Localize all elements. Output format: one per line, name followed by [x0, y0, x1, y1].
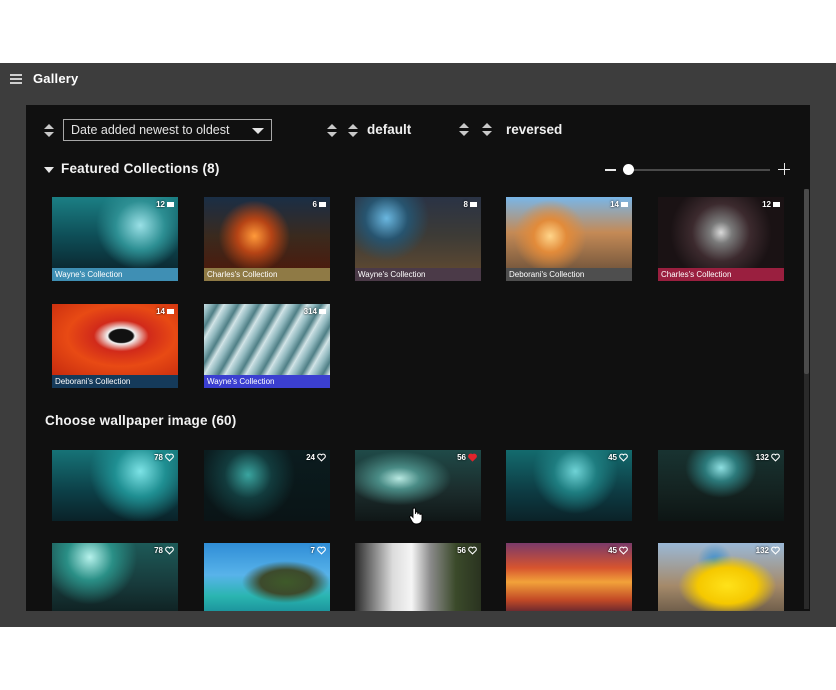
collection-count: 14: [610, 200, 628, 209]
collection-card[interactable]: 12 Wayne's Collection: [52, 197, 178, 281]
wallpaper-card[interactable]: 78: [52, 543, 178, 611]
wallpaper-card[interactable]: 24: [204, 450, 330, 521]
zoom-in-icon[interactable]: [778, 163, 790, 175]
gallery-panel: Date added newest to oldest default reve…: [26, 105, 810, 611]
sort-select[interactable]: Date added newest to oldest: [63, 119, 272, 141]
menu-icon[interactable]: [10, 73, 22, 85]
collection-count: 8: [464, 200, 477, 209]
sort-arrows-icon[interactable]: [482, 123, 492, 137]
like-count: 56: [457, 453, 477, 462]
stack-icon: [167, 202, 174, 207]
vertical-scrollbar[interactable]: [804, 189, 809, 609]
heart-outline-icon[interactable]: [771, 546, 780, 555]
collection-card[interactable]: 8 Wayne's Collection: [355, 197, 481, 281]
collection-label: Wayne's Collection: [52, 268, 178, 281]
like-count: 24: [306, 453, 326, 462]
collection-label: Wayne's Collection: [204, 375, 330, 388]
heart-filled-icon[interactable]: [468, 453, 477, 462]
sort-arrows-icon[interactable]: [44, 124, 54, 138]
wallpaper-card[interactable]: 132: [658, 450, 784, 521]
hand-cursor-icon: [409, 507, 423, 525]
stack-icon: [167, 309, 174, 314]
stack-icon: [470, 202, 477, 207]
zoom-slider-track[interactable]: [624, 169, 770, 171]
like-count: 7: [311, 546, 326, 555]
heart-outline-icon[interactable]: [165, 453, 174, 462]
wallpaper-card[interactable]: 132: [658, 543, 784, 611]
zoom-slider-handle[interactable]: [623, 164, 634, 175]
heart-outline-icon[interactable]: [619, 546, 628, 555]
collection-count: 12: [156, 200, 174, 209]
collection-label: Charles's Collection: [204, 268, 330, 281]
wallpaper-section-title: Choose wallpaper image (60): [45, 413, 237, 428]
title-bar: Gallery: [0, 63, 836, 95]
heart-outline-icon[interactable]: [619, 453, 628, 462]
stack-icon: [773, 202, 780, 207]
collection-thumbnail: [204, 197, 330, 268]
like-count: 78: [154, 453, 174, 462]
collection-count: 6: [313, 200, 326, 209]
sort-select-value: Date added newest to oldest: [71, 123, 230, 137]
sort-option-default[interactable]: default: [367, 122, 411, 137]
scrollbar-thumb[interactable]: [804, 189, 809, 374]
sort-arrows-icon[interactable]: [348, 124, 358, 138]
collection-count: 14: [156, 307, 174, 316]
like-count: 132: [756, 453, 780, 462]
heart-outline-icon[interactable]: [468, 546, 477, 555]
sort-option-reversed[interactable]: reversed: [506, 122, 562, 137]
stack-icon: [621, 202, 628, 207]
collection-card[interactable]: 14 Deborani's Collection: [52, 304, 178, 388]
sort-arrows-icon[interactable]: [327, 124, 337, 138]
collection-count: 314: [304, 307, 326, 316]
collection-card[interactable]: 314 Wayne's Collection: [204, 304, 330, 388]
collection-card[interactable]: 6 Charles's Collection: [204, 197, 330, 281]
featured-collections-title: Featured Collections (8): [61, 161, 220, 176]
wallpaper-card[interactable]: 45: [506, 543, 632, 611]
stack-icon: [319, 202, 326, 207]
heart-outline-icon[interactable]: [771, 453, 780, 462]
like-count: 45: [608, 453, 628, 462]
wallpaper-card[interactable]: 7: [204, 543, 330, 611]
zoom-out-icon[interactable]: [605, 169, 616, 171]
collection-card[interactable]: 14 Deborani's Collection: [506, 197, 632, 281]
collection-label: Charles's Collection: [658, 268, 784, 281]
collection-thumbnail: [355, 197, 481, 268]
collection-count: 12: [762, 200, 780, 209]
sort-arrows-icon[interactable]: [459, 123, 469, 137]
like-count: 132: [756, 546, 780, 555]
collapse-triangle-icon[interactable]: [44, 167, 54, 173]
like-count: 56: [457, 546, 477, 555]
wallpaper-card[interactable]: 78: [52, 450, 178, 521]
like-count: 78: [154, 546, 174, 555]
heart-outline-icon[interactable]: [165, 546, 174, 555]
wallpaper-card[interactable]: 56: [355, 543, 481, 611]
collection-label: Deborani's Collection: [52, 375, 178, 388]
gallery-window: Gallery Date added newest to oldest defa…: [0, 63, 836, 627]
collection-label: Wayne's Collection: [355, 268, 481, 281]
heart-outline-icon[interactable]: [317, 453, 326, 462]
collection-label: Deborani's Collection: [506, 268, 632, 281]
chevron-down-icon: [252, 128, 264, 134]
heart-outline-icon[interactable]: [317, 546, 326, 555]
like-count: 45: [608, 546, 628, 555]
wallpaper-card[interactable]: 45: [506, 450, 632, 521]
collection-card[interactable]: 12 Charles's Collection: [658, 197, 784, 281]
app-title: Gallery: [33, 71, 79, 86]
stack-icon: [319, 309, 326, 314]
